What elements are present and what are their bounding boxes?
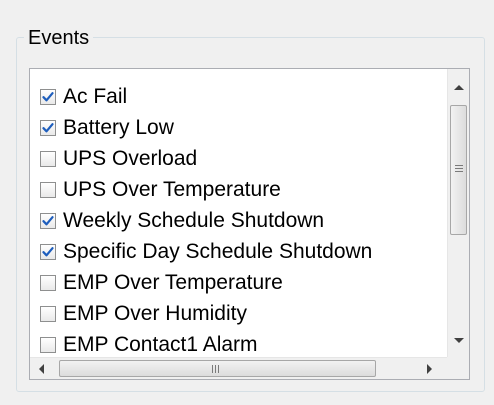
event-checkbox[interactable] (40, 89, 56, 105)
event-list-item[interactable]: Specific Day Schedule Shutdown (40, 236, 372, 268)
event-label: EMP Over Humidity (63, 302, 247, 325)
scroll-right-arrow-icon[interactable] (427, 364, 432, 374)
event-label: UPS Overload (63, 147, 198, 170)
checkmark-icon (42, 92, 54, 102)
checkmark-icon (42, 216, 54, 226)
event-checkbox[interactable] (40, 151, 56, 167)
checkmark-icon (42, 247, 54, 257)
event-list-item[interactable]: EMP Over Temperature (40, 267, 283, 299)
event-list-item[interactable]: Ac Fail (40, 81, 127, 113)
event-list-item[interactable]: EMP Contact1 Alarm (40, 329, 258, 359)
event-list-item[interactable]: EMP Over Humidity (40, 298, 247, 330)
event-list-item[interactable]: Battery Low (40, 112, 174, 144)
horizontal-scroll-thumb[interactable] (59, 360, 376, 377)
scroll-up-arrow-icon[interactable] (454, 85, 464, 90)
event-label: EMP Over Temperature (63, 271, 283, 294)
scrollbar-corner (447, 357, 469, 379)
events-list-items: Ac Fail Battery Low UPS Overload UPS Over T… (30, 69, 448, 359)
event-label: UPS Over Temperature (63, 178, 281, 201)
horizontal-scrollbar[interactable] (30, 357, 448, 379)
checkmark-icon (42, 123, 54, 133)
events-group-title: Events (24, 24, 94, 52)
event-label: Ac Fail (63, 85, 128, 108)
event-label: Weekly Schedule Shutdown (63, 209, 325, 232)
event-checkbox[interactable] (40, 244, 56, 260)
event-label: EMP Contact1 Alarm (63, 333, 258, 356)
event-checkbox[interactable] (40, 275, 56, 291)
vertical-scrollbar[interactable] (447, 69, 469, 359)
event-checkbox[interactable] (40, 120, 56, 136)
events-checklist[interactable]: Ac Fail Battery Low UPS Overload UPS Over T… (29, 68, 470, 380)
event-checkbox[interactable] (40, 337, 56, 353)
event-list-item[interactable]: UPS Over Temperature (40, 174, 281, 206)
event-checkbox[interactable] (40, 182, 56, 198)
event-checkbox[interactable] (40, 213, 56, 229)
vertical-scroll-thumb[interactable] (450, 105, 467, 235)
event-label: Specific Day Schedule Shutdown (63, 240, 373, 263)
scroll-down-arrow-icon[interactable] (454, 338, 464, 343)
event-list-item[interactable]: Weekly Schedule Shutdown (40, 205, 324, 237)
scroll-left-arrow-icon[interactable] (39, 364, 44, 374)
event-list-item[interactable]: UPS Overload (40, 143, 197, 175)
event-checkbox[interactable] (40, 306, 56, 322)
event-label: Battery Low (63, 116, 174, 139)
